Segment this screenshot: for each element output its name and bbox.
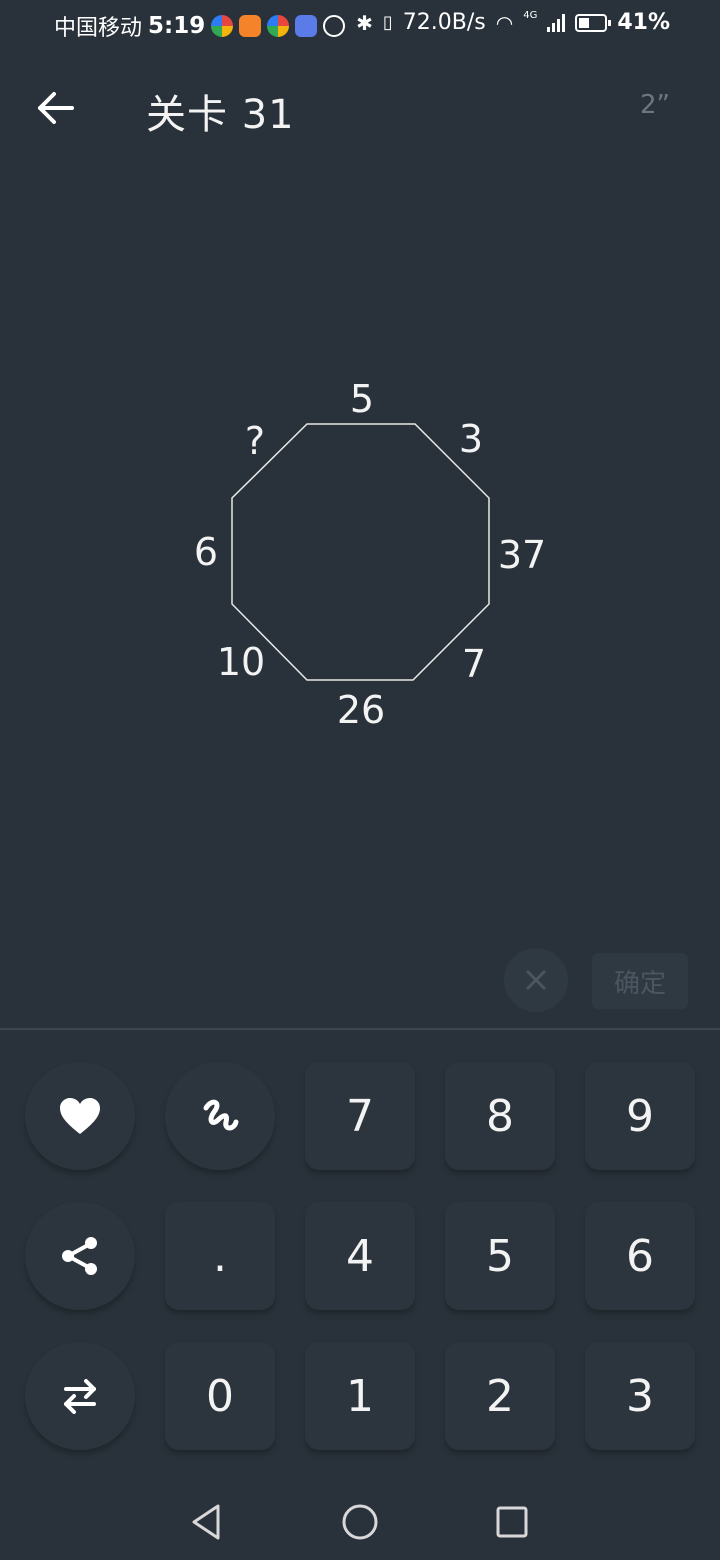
status-time: 5:19 [148, 13, 206, 39]
network-type: 4G [523, 10, 538, 21]
favorite-button[interactable] [25, 1062, 135, 1170]
bluetooth-icon: ✱ [356, 10, 373, 35]
key-5[interactable]: 5 [445, 1202, 555, 1310]
circle-home-icon [342, 1504, 378, 1540]
timer: 2” [639, 90, 670, 120]
app-notification-icon [211, 15, 234, 37]
key-1[interactable]: 1 [305, 1342, 415, 1450]
puzzle-area: 5 3 37 7 26 10 6 ? [0, 360, 720, 760]
share-icon [62, 1237, 97, 1275]
nav-home-button[interactable] [340, 1502, 380, 1546]
key-3[interactable]: 3 [585, 1342, 695, 1450]
video-app-icon [239, 15, 262, 37]
close-icon [526, 970, 546, 990]
key-6[interactable]: 6 [585, 1202, 695, 1310]
arrow-left-icon [38, 92, 74, 124]
header: 关卡 31 2” [0, 60, 720, 150]
signal-icon [547, 13, 566, 32]
triangle-back-icon [192, 1504, 220, 1540]
back-button[interactable] [28, 80, 84, 136]
key-7[interactable]: 7 [305, 1062, 415, 1170]
battery-icon [575, 13, 612, 32]
key-0[interactable]: 0 [165, 1342, 275, 1450]
square-recent-icon [496, 1506, 528, 1538]
key-9[interactable]: 9 [585, 1062, 695, 1170]
carrier-label: 中国移动 [54, 16, 143, 41]
status-left: 中国移动 5:19 [54, 10, 346, 42]
share-button[interactable] [25, 1202, 135, 1310]
divider [0, 1028, 720, 1030]
hand-app-icon [323, 15, 346, 37]
page-title: 关卡 31 [146, 92, 295, 138]
nav-back-button[interactable] [186, 1502, 226, 1546]
wifi-icon: ◠ [495, 10, 514, 35]
label-left: 6 [194, 530, 218, 574]
network-speed: 72.0B/s [402, 10, 486, 35]
octagon-shape [231, 423, 490, 681]
octagon-figure: 5 3 37 7 26 10 6 ? [194, 377, 546, 732]
key-decimal[interactable]: . [165, 1202, 275, 1310]
key-2[interactable]: 2 [445, 1342, 555, 1450]
status-right: ✱ ▯ 72.0B/s ◠ 4G 41% [356, 10, 670, 35]
key-4[interactable]: 4 [305, 1202, 415, 1310]
label-bottom: 26 [337, 688, 385, 732]
heart-icon [60, 1098, 100, 1134]
label-bottom-left: 10 [217, 640, 265, 684]
label-top: 5 [350, 377, 374, 421]
swap-arrows-icon [64, 1379, 96, 1414]
status-bar: 中国移动 5:19 ✱ ▯ 72.0B/s ◠ 4G 41% [0, 0, 720, 52]
screen: 中国移动 5:19 ✱ ▯ 72.0B/s ◠ 4G 41% 关卡 31 2” … [0, 0, 720, 1560]
clear-button[interactable] [504, 948, 568, 1012]
nav-recent-button[interactable] [494, 1504, 530, 1544]
vibrate-icon: ▯ [382, 12, 393, 33]
music-app-icon [295, 15, 318, 37]
swap-button[interactable] [25, 1342, 135, 1450]
confirm-button[interactable]: 确定 [592, 953, 688, 1009]
label-top-right: 3 [459, 417, 483, 461]
hint-button[interactable] [165, 1062, 275, 1170]
key-8[interactable]: 8 [445, 1062, 555, 1170]
label-top-left: ? [245, 419, 265, 463]
system-nav-bar [0, 1480, 720, 1560]
label-right: 37 [498, 533, 546, 577]
app-notification-icon-2 [267, 15, 290, 37]
label-bottom-right: 7 [462, 642, 486, 686]
battery-percent: 41% [617, 10, 670, 35]
squiggle-icon [203, 1099, 239, 1131]
